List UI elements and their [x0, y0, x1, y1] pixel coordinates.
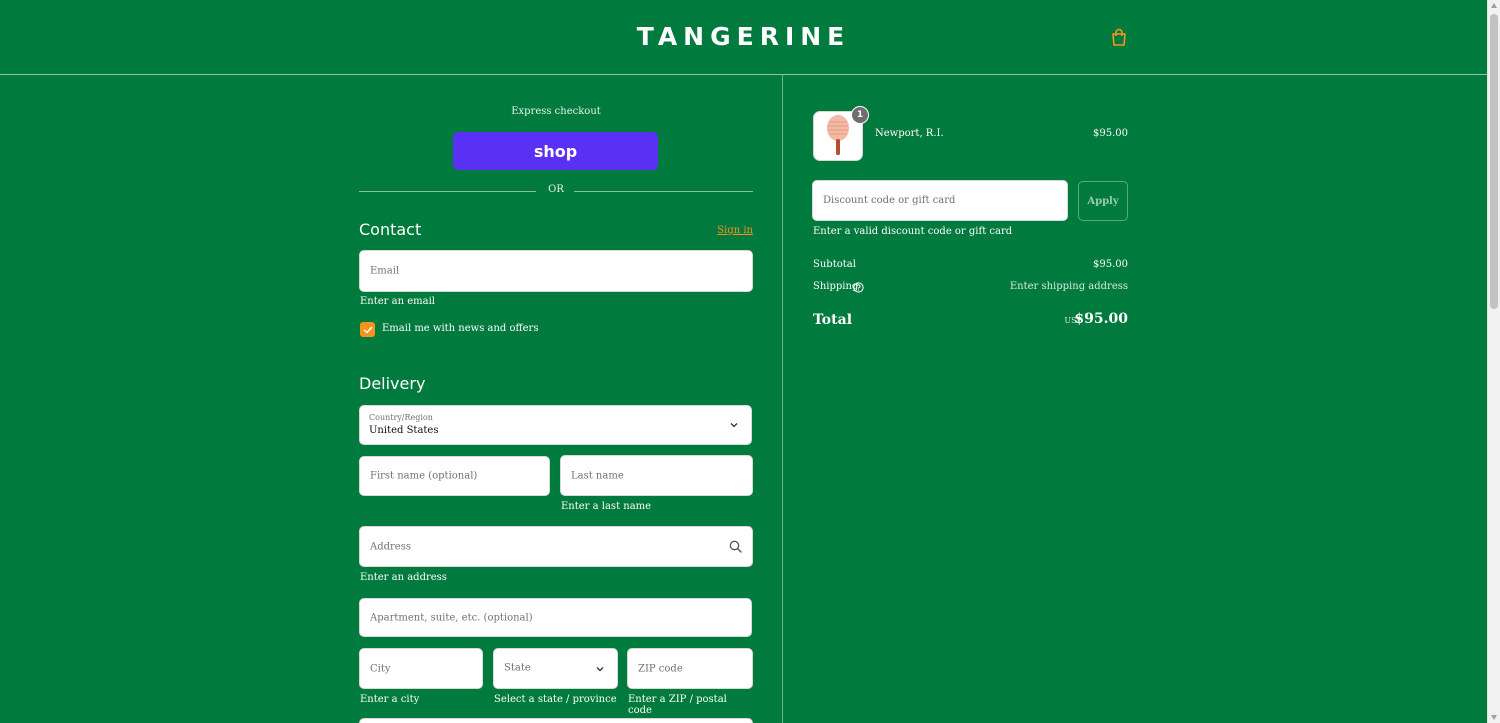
or-line-right [574, 191, 753, 192]
column-divider [782, 75, 783, 723]
scroll-up-arrow-icon[interactable] [1491, 3, 1497, 8]
first-name-placeholder: First name (optional) [370, 470, 478, 482]
chevron-down-icon [730, 423, 738, 428]
state-placeholder: State [504, 662, 531, 674]
email-field[interactable]: Email [359, 250, 753, 292]
last-name-error: Enter a last name [561, 501, 652, 512]
first-name-field[interactable]: First name (optional) [359, 456, 550, 496]
state-error: Select a state / province [494, 694, 617, 705]
zip-error: Enter a ZIP / postal code [628, 694, 727, 716]
newsletter-label: Email me with news and offers [382, 323, 539, 334]
contact-title: Contact [359, 220, 422, 239]
country-label: Country/Region [369, 413, 433, 422]
store-logo[interactable]: TANGERINE [0, 22, 1487, 51]
address-field[interactable]: Address [359, 526, 753, 567]
sign-in-link[interactable]: Sign in [717, 225, 753, 236]
search-icon [729, 540, 742, 553]
scroll-thumb[interactable] [1490, 14, 1498, 309]
discount-placeholder: Discount code or gift card [823, 195, 956, 206]
discount-field[interactable]: Discount code or gift card [812, 180, 1068, 221]
product-thumbnail: 1 [813, 106, 869, 161]
scroll-down-arrow-icon[interactable] [1491, 715, 1497, 720]
checkmark-icon [363, 326, 372, 333]
product-name: Newport, R.I. [875, 128, 944, 139]
delivery-title: Delivery [359, 374, 426, 393]
state-select[interactable]: State [493, 648, 618, 689]
city-error: Enter a city [360, 694, 420, 705]
email-placeholder: Email [370, 265, 400, 277]
shopping-bag-icon [1112, 28, 1126, 46]
help-icon[interactable] [853, 282, 864, 293]
address-error: Enter an address [360, 572, 447, 583]
express-checkout-label: Express checkout [511, 106, 601, 117]
shipping-label: Shipping [813, 281, 859, 292]
zip-field[interactable]: ZIP code [627, 648, 753, 689]
site-header: TANGERINE [0, 0, 1487, 75]
city-field[interactable]: City [359, 648, 483, 689]
subtotal-value: $95.00 [1093, 259, 1128, 270]
apply-button[interactable]: Apply [1078, 181, 1128, 221]
total-label: Total [813, 312, 853, 328]
page-scrollbar[interactable] [1487, 0, 1500, 723]
shop-pay-button[interactable]: shop [453, 132, 658, 170]
apartment-placeholder: Apartment, suite, etc. (optional) [370, 612, 533, 623]
city-placeholder: City [370, 663, 391, 674]
or-text: OR [548, 184, 564, 195]
address-placeholder: Address [370, 541, 411, 552]
country-select[interactable]: Country/Region United States [359, 405, 752, 445]
zip-placeholder: ZIP code [638, 663, 683, 674]
newsletter-checkbox[interactable] [360, 322, 375, 337]
or-divider: OR [359, 184, 753, 198]
apartment-field[interactable]: Apartment, suite, etc. (optional) [359, 598, 752, 637]
email-error: Enter an email [360, 296, 435, 307]
quantity-badge: 1 [851, 106, 869, 124]
phone-field[interactable] [359, 718, 753, 723]
last-name-placeholder: Last name [571, 470, 624, 481]
chevron-down-icon [596, 666, 604, 671]
last-name-field[interactable]: Last name [560, 455, 753, 496]
subtotal-label: Subtotal [813, 259, 856, 270]
country-value: United States [369, 425, 439, 436]
discount-error: Enter a valid discount code or gift card [813, 226, 1013, 237]
total-value: $95.00 [1074, 311, 1128, 327]
product-price: $95.00 [1093, 128, 1128, 139]
shipping-value: Enter shipping address [1009, 281, 1128, 292]
cart-button[interactable] [1108, 26, 1130, 48]
